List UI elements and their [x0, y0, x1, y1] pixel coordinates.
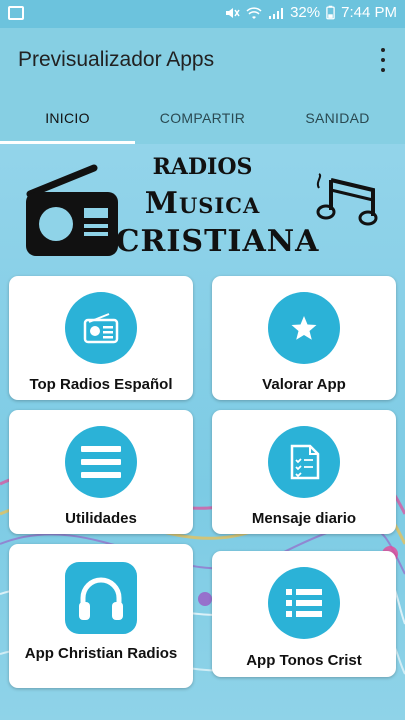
card-label: Mensaje diario [251, 510, 357, 527]
radio-icon [65, 292, 137, 364]
card-valorar-app[interactable]: Valorar App [212, 276, 396, 400]
mute-icon [226, 7, 240, 18]
wifi-icon [246, 6, 262, 19]
card-label: Top Radios Español [29, 376, 173, 393]
app-bar: Previsualizador Apps [0, 28, 405, 92]
battery-percent: 32% [290, 4, 321, 21]
card-tonos-crist[interactable]: App Tonos Crist [212, 551, 396, 677]
headphones-icon [65, 562, 137, 634]
main-content[interactable]: RADIOS Musica CRISTIANA Top Radios Españ… [0, 144, 405, 720]
battery-icon [326, 5, 335, 20]
list-icon [268, 567, 340, 639]
menu-lines-icon [65, 426, 137, 498]
tab-inicio[interactable]: INICIO [0, 92, 135, 144]
clock: 7:44 PM [341, 4, 397, 21]
tab-sanidad[interactable]: SANIDAD [270, 92, 405, 144]
card-label: Valorar App [262, 376, 346, 393]
card-mensaje-diario[interactable]: Mensaje diario [212, 410, 396, 534]
star-icon [268, 292, 340, 364]
music-note-icon [316, 173, 378, 226]
card-label: App Tonos Crist [246, 652, 362, 669]
checklist-document-icon [268, 426, 340, 498]
app-title: Previsualizador Apps [18, 48, 215, 71]
overflow-menu-icon[interactable] [375, 48, 391, 72]
card-label: Utilidades [65, 510, 137, 527]
card-christian-radios[interactable]: App Christian Radios [9, 544, 193, 688]
status-bar: 32% 7:44 PM [0, 0, 405, 28]
tab-bar: INICIO COMPARTIR SANIDAD [0, 92, 405, 144]
card-top-radios[interactable]: Top Radios Español [9, 276, 193, 400]
tab-compartir[interactable]: COMPARTIR [135, 92, 270, 144]
card-utilidades[interactable]: Utilidades [9, 410, 193, 534]
gallery-notification-icon [8, 6, 24, 20]
card-label: App Christian Radios [24, 645, 178, 662]
banner: RADIOS Musica CRISTIANA [10, 150, 395, 268]
signal-icon [269, 7, 284, 19]
